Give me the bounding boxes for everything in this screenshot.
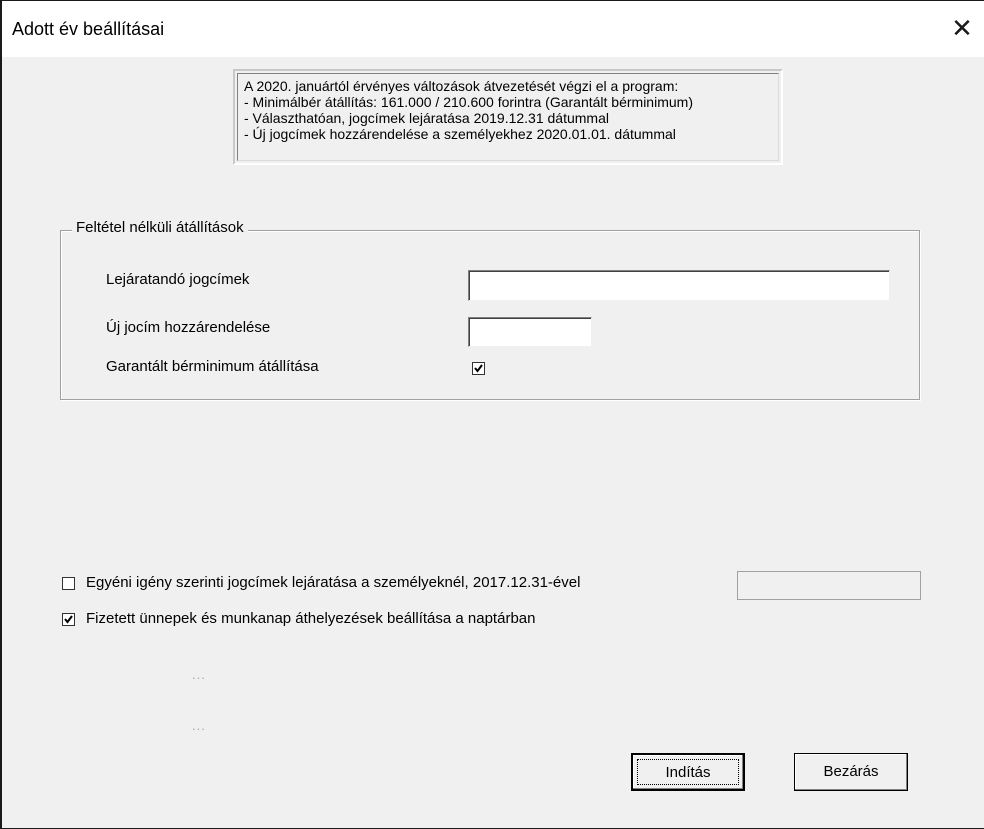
info-panel: A 2020. januártól érvényes változások át… xyxy=(233,69,783,165)
close-button[interactable]: Bezárás xyxy=(794,753,908,791)
individual-expiry-input[interactable] xyxy=(737,571,921,600)
placeholder-dots: ... xyxy=(192,667,206,682)
new-code-label: Új jocím hozzárendelése xyxy=(106,319,271,336)
check-icon xyxy=(474,364,483,373)
holidays-checkbox[interactable] xyxy=(62,613,75,626)
info-line: - Új jogcímek hozzárendelése a személyek… xyxy=(244,126,676,142)
start-button-label: Indítás xyxy=(665,764,711,781)
info-line: - Minimálbér átállítás: 161.000 / 210.60… xyxy=(244,94,693,110)
close-button-label: Bezárás xyxy=(823,763,879,780)
new-code-input[interactable] xyxy=(468,317,592,347)
info-line: - Választhatóan, jogcímek lejáratása 201… xyxy=(244,110,609,126)
holidays-label: Fizetett ünnepek és munkanap áthelyezése… xyxy=(86,610,536,627)
dialog-window: Adott év beállításai ✕ A 2020. januártól… xyxy=(0,0,984,829)
guaranteed-minimum-checkbox[interactable] xyxy=(472,362,485,375)
info-line: A 2020. januártól érvényes változások át… xyxy=(244,78,679,94)
group-legend: Feltétel nélküli átállítások xyxy=(72,219,248,236)
info-panel-inner: A 2020. januártól érvényes változások át… xyxy=(237,73,779,161)
window-title: Adott év beállításai xyxy=(12,19,165,39)
guaranteed-minimum-label: Garantált bérminimum átállítása xyxy=(106,358,319,375)
close-icon[interactable]: ✕ xyxy=(944,11,980,47)
title-bar[interactable]: Adott év beállításai ✕ xyxy=(2,1,984,57)
start-button[interactable]: Indítás xyxy=(631,753,745,791)
expiring-codes-input[interactable] xyxy=(468,270,890,301)
dialog-client-area: A 2020. januártól érvényes változások át… xyxy=(2,57,984,828)
expiring-codes-label: Lejáratandó jogcímek xyxy=(106,271,250,288)
placeholder-dots: ... xyxy=(192,718,206,733)
individual-expiry-checkbox[interactable] xyxy=(62,577,75,590)
check-icon xyxy=(64,615,73,624)
individual-expiry-label: Egyéni igény szerinti jogcímek lejáratás… xyxy=(86,574,581,591)
